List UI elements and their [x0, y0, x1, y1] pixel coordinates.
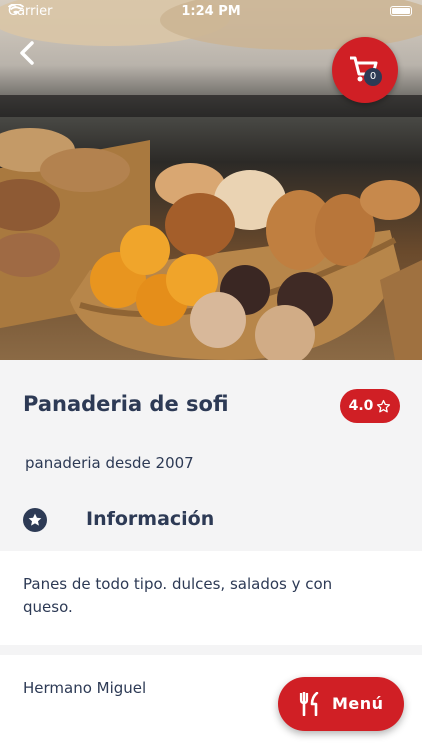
fork-knife-icon — [299, 692, 319, 716]
cart-button[interactable]: 0 — [332, 37, 398, 103]
store-description: Panes de todo tipo. dulces, salados y co… — [23, 575, 333, 616]
back-button[interactable] — [18, 40, 48, 70]
rating-value: 4.0 — [348, 398, 374, 414]
menu-button[interactable]: Menú — [278, 677, 404, 731]
cart-count-badge: 0 — [364, 68, 382, 86]
star-circle-icon — [23, 508, 47, 532]
status-bar: Carrier 1:24 PM — [0, 0, 422, 24]
description-card: Panes de todo tipo. dulces, salados y co… — [0, 551, 422, 645]
owner-name: Hermano Miguel — [23, 679, 147, 697]
store-hero-image: Carrier 1:24 PM 0 — [0, 0, 422, 360]
store-subtitle: panaderia desde 2007 — [25, 454, 194, 472]
menu-button-label: Menú — [332, 694, 384, 713]
rating-badge: 4.0 — [340, 389, 400, 423]
store-info-section: Panaderia de sofi 4.0 panaderia desde 20… — [0, 360, 422, 550]
info-section-label: Información — [86, 508, 215, 530]
star-outline-icon — [377, 399, 391, 412]
status-time: 1:24 PM — [181, 4, 241, 19]
battery-icon — [390, 6, 412, 16]
info-section-header: Información — [23, 506, 403, 536]
store-name: Panaderia de sofi — [23, 392, 229, 416]
chevron-left-icon — [20, 41, 34, 65]
